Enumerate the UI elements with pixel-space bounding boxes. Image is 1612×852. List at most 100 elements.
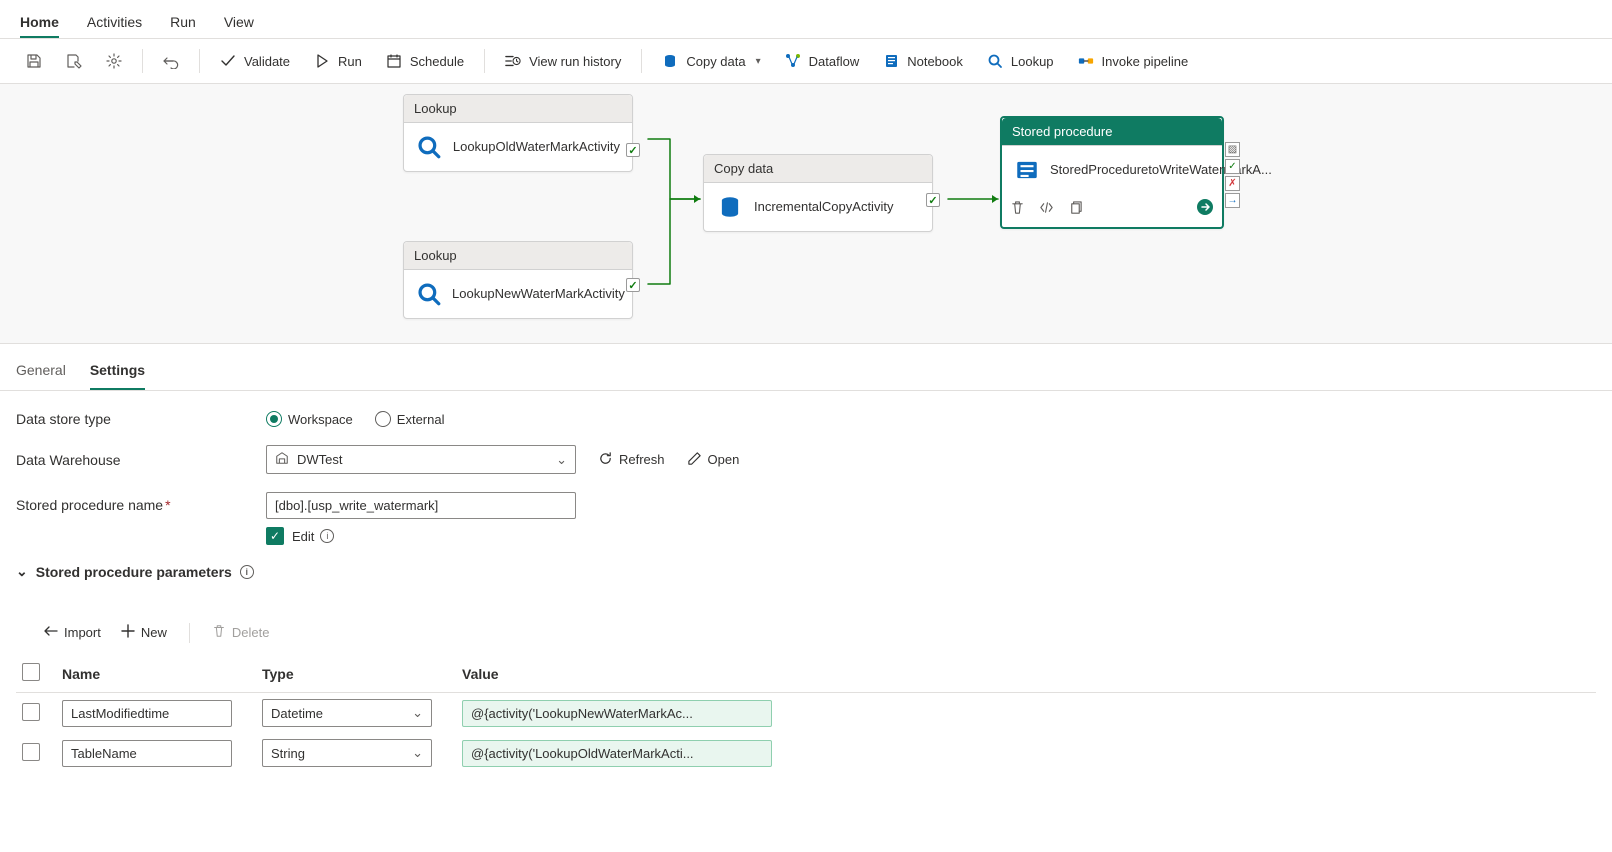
param-value-input[interactable]: @{activity('LookupOldWaterMarkActi... xyxy=(462,740,772,767)
panel-tabs: General Settings xyxy=(0,344,1612,391)
params-section-header[interactable]: ⌄ Stored procedure parameters i xyxy=(16,563,1596,580)
edit-label: Edit xyxy=(292,529,314,544)
import-icon xyxy=(42,624,58,641)
radio-icon xyxy=(375,411,391,427)
edit-icon xyxy=(687,451,702,469)
import-button[interactable]: Import xyxy=(34,620,109,645)
view-run-history-label: View run history xyxy=(529,54,621,69)
activity-lookup-new-watermark[interactable]: Lookup LookupNewWaterMarkActivity xyxy=(403,241,633,319)
notebook-button[interactable]: Notebook xyxy=(873,47,973,75)
view-run-history-button[interactable]: View run history xyxy=(495,47,631,75)
refresh-icon xyxy=(598,451,613,469)
gear-icon xyxy=(106,53,122,69)
schedule-label: Schedule xyxy=(410,54,464,69)
activity-type: Lookup xyxy=(404,242,632,270)
sproc-name-value: [dbo].[usp_write_watermark] xyxy=(275,498,438,513)
tab-home[interactable]: Home xyxy=(20,8,59,38)
undo-button[interactable] xyxy=(153,47,189,75)
code-icon[interactable] xyxy=(1039,200,1054,218)
delete-label: Delete xyxy=(232,625,270,640)
invoke-pipeline-button[interactable]: Invoke pipeline xyxy=(1068,47,1199,75)
port-fail[interactable]: ✗ xyxy=(1225,176,1240,191)
col-name: Name xyxy=(56,655,256,693)
delete-button[interactable]: Delete xyxy=(204,620,278,645)
param-name-input[interactable]: TableName xyxy=(62,740,232,767)
tab-view[interactable]: View xyxy=(224,8,254,38)
import-label: Import xyxy=(64,625,101,640)
schedule-button[interactable]: Schedule xyxy=(376,47,474,75)
radio-external[interactable]: External xyxy=(375,411,445,427)
params-table: Name Type Value LastModifiedtime Datetim… xyxy=(16,655,1596,773)
param-row: LastModifiedtime Datetime⌄ @{activity('L… xyxy=(16,693,1596,734)
col-value: Value xyxy=(456,655,1596,693)
check-icon xyxy=(220,53,236,69)
chevron-down-icon: ▾ xyxy=(756,56,761,67)
run-button[interactable]: Run xyxy=(304,47,372,75)
param-name-input[interactable]: LastModifiedtime xyxy=(62,700,232,727)
search-icon xyxy=(987,53,1003,69)
save-as-icon xyxy=(66,53,82,69)
edit-checkbox[interactable]: ✓ xyxy=(266,527,284,545)
save-button[interactable] xyxy=(16,47,52,75)
port-skip[interactable]: ▨ xyxy=(1225,142,1240,157)
success-port[interactable] xyxy=(926,193,940,207)
warehouse-icon xyxy=(275,451,289,468)
chevron-down-icon: ⌄ xyxy=(412,705,423,721)
save-as-button[interactable] xyxy=(56,47,92,75)
lookup-button[interactable]: Lookup xyxy=(977,47,1064,75)
open-button[interactable]: Open xyxy=(687,451,740,469)
invoke-pipeline-label: Invoke pipeline xyxy=(1102,54,1189,69)
toolbar-separator xyxy=(641,49,642,73)
pipeline-canvas[interactable]: Lookup LookupOldWaterMarkActivity Lookup… xyxy=(0,84,1612,344)
lookup-label: Lookup xyxy=(1011,54,1054,69)
search-icon xyxy=(416,280,442,308)
copy-icon[interactable] xyxy=(1068,200,1083,218)
activity-lookup-old-watermark[interactable]: Lookup LookupOldWaterMarkActivity xyxy=(403,94,633,172)
param-type-select[interactable]: String⌄ xyxy=(262,739,432,767)
info-icon[interactable]: i xyxy=(240,565,254,579)
data-warehouse-label: Data Warehouse xyxy=(16,452,266,468)
param-type-select[interactable]: Datetime⌄ xyxy=(262,699,432,727)
settings-button[interactable] xyxy=(96,47,132,75)
go-icon[interactable] xyxy=(1196,198,1214,219)
radio-workspace[interactable]: Workspace xyxy=(266,411,353,427)
activity-name: LookupOldWaterMarkActivity xyxy=(453,139,620,155)
activity-stored-procedure[interactable]: Stored procedure StoredProceduretoWriteW… xyxy=(1000,116,1224,229)
activity-type: Stored procedure xyxy=(1002,118,1222,146)
row-checkbox[interactable] xyxy=(22,703,40,721)
chevron-down-icon: ⌄ xyxy=(16,563,28,580)
new-button[interactable]: New xyxy=(113,620,175,645)
dataflow-button[interactable]: Dataflow xyxy=(775,47,870,75)
database-icon xyxy=(662,53,678,69)
pipeline-icon xyxy=(1078,53,1094,69)
data-warehouse-select[interactable]: DWTest ⌄ xyxy=(266,445,576,474)
port-completion[interactable]: → xyxy=(1225,193,1240,208)
data-warehouse-value: DWTest xyxy=(297,452,343,467)
row-checkbox[interactable] xyxy=(22,743,40,761)
tab-settings[interactable]: Settings xyxy=(90,356,145,390)
select-all-checkbox[interactable] xyxy=(22,663,40,681)
sproc-name-input[interactable]: [dbo].[usp_write_watermark] xyxy=(266,492,576,519)
refresh-label: Refresh xyxy=(619,452,665,467)
info-icon[interactable]: i xyxy=(320,529,334,543)
port-success[interactable]: ✓ xyxy=(1225,159,1240,174)
activity-incremental-copy[interactable]: Copy data IncrementalCopyActivity xyxy=(703,154,933,232)
open-label: Open xyxy=(708,452,740,467)
copy-data-button[interactable]: Copy data ▾ xyxy=(652,47,770,75)
refresh-button[interactable]: Refresh xyxy=(598,451,665,469)
tab-run[interactable]: Run xyxy=(170,8,196,38)
delete-icon[interactable] xyxy=(1010,200,1025,218)
success-port[interactable] xyxy=(626,278,640,292)
activity-type: Lookup xyxy=(404,95,632,123)
param-row: TableName String⌄ @{activity('LookupOldW… xyxy=(16,733,1596,773)
delete-icon xyxy=(212,624,226,641)
tab-activities[interactable]: Activities xyxy=(87,8,142,38)
save-icon xyxy=(26,53,42,69)
params-toolbar: Import New Delete xyxy=(0,616,1612,655)
validate-button[interactable]: Validate xyxy=(210,47,300,75)
param-value-input[interactable]: @{activity('LookupNewWaterMarkAc... xyxy=(462,700,772,727)
success-port[interactable] xyxy=(626,143,640,157)
toolbar-separator xyxy=(484,49,485,73)
toolbar-separator xyxy=(142,49,143,73)
tab-general[interactable]: General xyxy=(16,356,66,390)
